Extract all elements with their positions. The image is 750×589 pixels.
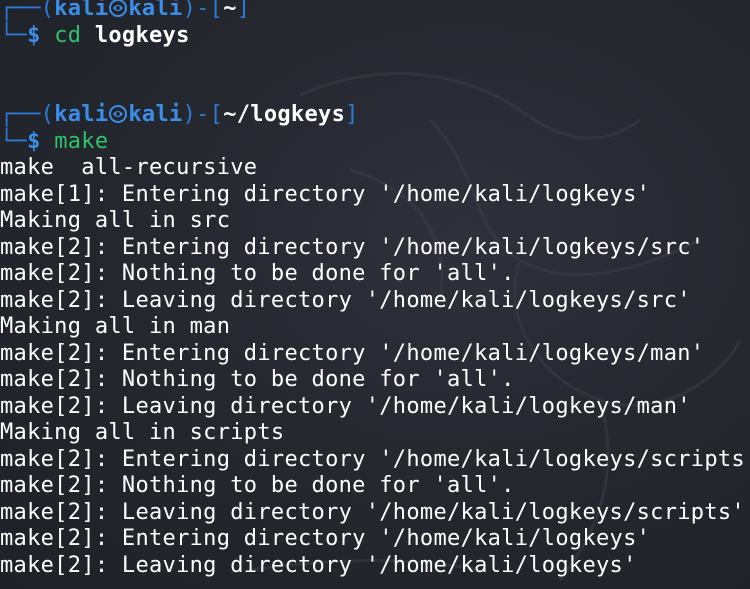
prompt-user: kali xyxy=(54,0,109,21)
prompt-host: kali xyxy=(128,102,183,127)
terminal-window[interactable]: ┌──(kali kali)-[~] └─$ cd logkeys ┌──(kal… xyxy=(0,0,750,589)
prompt-path: ~ xyxy=(223,0,237,21)
output-line: make[2]: Entering directory '/home/kali/… xyxy=(0,234,705,260)
command-name: make xyxy=(54,128,109,154)
prompt-frame-bottom: └─ xyxy=(0,22,28,48)
prompt-frame-end: ] xyxy=(345,102,359,127)
prompt-line-1: ┌──(kali kali)-[~] xyxy=(0,0,750,23)
prompt-frame-mid: )-[ xyxy=(182,0,224,21)
output-line: make[2]: Leaving directory '/home/kali/l… xyxy=(0,552,637,578)
prompt-path: ~/logkeys xyxy=(223,102,346,127)
output-line: Making all in src xyxy=(0,208,231,233)
command-line-1: └─$ cd logkeys xyxy=(0,23,750,50)
output-line: Making all in scripts xyxy=(0,420,285,445)
kali-skull-icon xyxy=(109,105,128,123)
terminal-output: ┌──(kali kali)-[~] └─$ cd logkeys ┌──(kal… xyxy=(0,0,750,579)
output-line: make[2]: Nothing to be done for 'all'. xyxy=(0,261,515,286)
prompt-dollar: $ xyxy=(27,128,55,154)
output-line: make[2]: Nothing to be done for 'all'. xyxy=(0,367,515,392)
prompt-dollar: $ xyxy=(27,22,55,48)
output-line: make[2]: Leaving directory '/home/kali/l… xyxy=(0,499,745,525)
kali-skull-icon xyxy=(109,0,128,17)
prompt-user: kali xyxy=(54,102,109,127)
command-name: cd xyxy=(54,22,82,48)
output-line: make all-recursive xyxy=(0,155,258,180)
output-line: make[2]: Entering directory '/home/kali/… xyxy=(0,446,750,472)
prompt-host: kali xyxy=(128,0,183,21)
output-line: make[2]: Entering directory '/home/kali/… xyxy=(0,340,705,366)
prompt-frame-bottom: └─ xyxy=(0,128,28,154)
prompt-frame-top: ┌──( xyxy=(0,0,55,21)
output-line: make[2]: Entering directory '/home/kali/… xyxy=(0,526,651,551)
output-line: Making all in man xyxy=(0,314,231,339)
output-line: make[2]: Nothing to be done for 'all'. xyxy=(0,473,515,498)
command-arg: logkeys xyxy=(94,22,190,48)
output-line: make[1]: Entering directory '/home/kali/… xyxy=(0,181,651,207)
command-line-2: └─$ make xyxy=(0,129,750,156)
output-line: make[2]: Leaving directory '/home/kali/l… xyxy=(0,393,691,419)
prompt-frame-top: ┌──( xyxy=(0,102,55,127)
output-line: make[2]: Leaving directory '/home/kali/l… xyxy=(0,287,691,313)
prompt-frame-mid: )-[ xyxy=(182,102,224,127)
prompt-line-2: ┌──(kali kali)-[~/logkeys] xyxy=(0,102,750,129)
prompt-frame-end: ] xyxy=(236,0,251,21)
